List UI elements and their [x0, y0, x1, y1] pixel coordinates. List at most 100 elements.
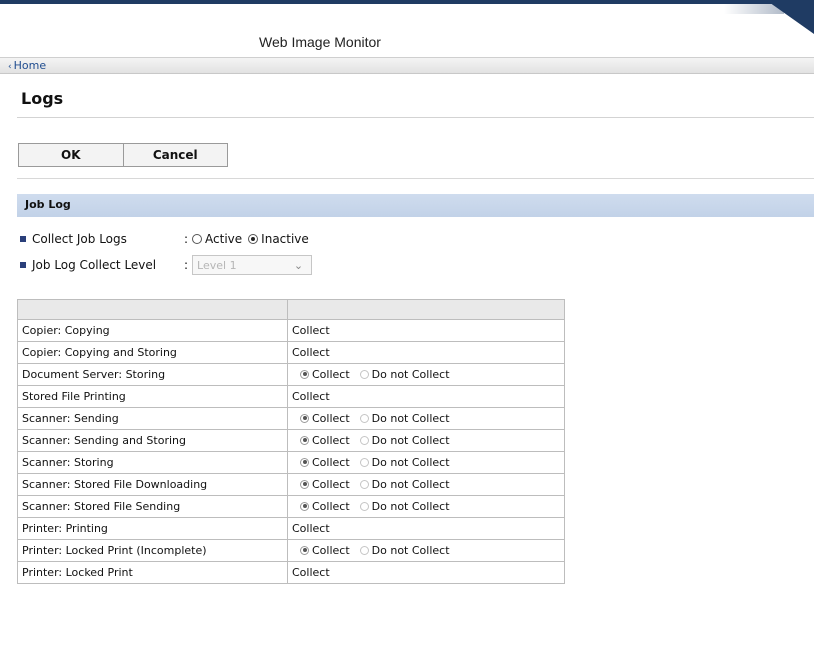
column-header	[287, 299, 565, 320]
collect-setting-cell: Collect Do not Collect	[287, 539, 565, 562]
collect-radio-group: Collect Do not Collect	[292, 412, 450, 425]
job-type-cell: Printer: Locked Print (Incomplete)	[17, 539, 288, 562]
collect-radio-label[interactable]: Collect	[312, 456, 350, 469]
do-not-collect-radio-label[interactable]: Do not Collect	[372, 500, 450, 513]
do-not-collect-radio-label[interactable]: Do not Collect	[372, 478, 450, 491]
collect-setting-cell: Collect	[287, 517, 565, 540]
app-title: Web Image Monitor	[259, 34, 381, 50]
job-type-cell: Printer: Printing	[17, 517, 288, 540]
chevron-left-icon: ‹	[8, 62, 12, 72]
do-not-collect-radio[interactable]	[359, 479, 369, 489]
collect-radio[interactable]	[300, 545, 309, 555]
collect-level-select[interactable]: Level 1 ⌄	[192, 255, 313, 275]
colon-separator: :	[184, 258, 189, 272]
collect-value: Collect	[292, 390, 330, 403]
do-not-collect-radio[interactable]	[359, 369, 369, 379]
table-row: Stored File Printing Collect	[17, 385, 565, 408]
collect-value: Collect	[292, 324, 330, 337]
collect-setting-cell: Collect Do not Collect	[287, 495, 565, 518]
table-row: Scanner: Sending and Storing Collect Do no…	[17, 429, 565, 452]
do-not-collect-radio[interactable]	[359, 457, 369, 467]
table-row: Printer: Locked Print (Incomplete) Collec…	[17, 539, 565, 562]
collect-setting-cell: Collect	[287, 341, 565, 364]
ok-button[interactable]: OK	[19, 144, 123, 166]
web-image-monitor-page: Web Image Monitor ‹ Home Logs OK Cancel J…	[0, 0, 814, 645]
collect-setting-cell: Collect	[287, 385, 565, 408]
job-type-cell: Copier: Copying and Storing	[17, 341, 288, 364]
do-not-collect-radio[interactable]	[359, 545, 369, 555]
collect-radio-group: Collect Do not Collect	[292, 368, 450, 381]
section-title: Job Log	[25, 198, 71, 211]
collect-setting-cell: Collect Do not Collect	[287, 451, 565, 474]
do-not-collect-radio-label[interactable]: Do not Collect	[372, 544, 450, 557]
collect-radio-group: Collect Do not Collect	[292, 456, 450, 469]
do-not-collect-radio[interactable]	[359, 413, 369, 423]
setting-collect-job-logs: Collect Job Logs : Active Inactive	[20, 232, 315, 246]
do-not-collect-radio-label[interactable]: Do not Collect	[372, 368, 450, 381]
do-not-collect-radio-label[interactable]: Do not Collect	[372, 412, 450, 425]
collect-radio[interactable]	[300, 457, 309, 467]
active-radio-label[interactable]: Active	[205, 232, 242, 246]
page-title: Logs	[21, 89, 64, 108]
job-type-cell: Scanner: Sending	[17, 407, 288, 430]
job-type-cell: Scanner: Stored File Downloading	[17, 473, 288, 496]
table-row: Scanner: Stored File Sending Collect Do no…	[17, 495, 565, 518]
divider	[17, 178, 814, 179]
job-type-cell: Printer: Locked Print	[17, 561, 288, 584]
do-not-collect-radio[interactable]	[359, 501, 369, 511]
table-row: Copier: Copying Collect	[17, 319, 565, 342]
home-link[interactable]: ‹ Home	[8, 59, 46, 72]
collect-setting-cell: Collect Do not Collect	[287, 407, 565, 430]
do-not-collect-radio[interactable]	[359, 435, 369, 445]
setting-label: Collect Job Logs	[32, 232, 127, 246]
job-type-cell: Copier: Copying	[17, 319, 288, 342]
collect-value: Collect	[292, 346, 330, 359]
job-type-cell: Document Server: Storing	[17, 363, 288, 386]
inactive-radio-label[interactable]: Inactive	[261, 232, 309, 246]
setting-label: Job Log Collect Level	[32, 258, 157, 272]
table-row: Scanner: Sending Collect Do not Collect	[17, 407, 565, 430]
collect-radio-label[interactable]: Collect	[312, 544, 350, 557]
breadcrumb: ‹ Home	[0, 58, 814, 74]
collect-radio[interactable]	[300, 501, 309, 511]
do-not-collect-radio-label[interactable]: Do not Collect	[372, 434, 450, 447]
cancel-button[interactable]: Cancel	[122, 144, 228, 166]
active-radio[interactable]	[192, 234, 203, 244]
collect-radio-group: Collect Do not Collect	[292, 478, 450, 491]
collect-setting-cell: Collect Do not Collect	[287, 363, 565, 386]
action-buttons: OK Cancel	[18, 143, 228, 167]
chevron-down-icon: ⌄	[293, 258, 304, 272]
bullet-icon	[20, 262, 26, 268]
table-row: Printer: Printing Collect	[17, 517, 565, 540]
colon-separator: :	[184, 232, 189, 246]
collect-radio[interactable]	[300, 413, 309, 423]
header: Web Image Monitor	[0, 4, 814, 58]
collect-radio-label[interactable]: Collect	[312, 478, 350, 491]
collect-radio-group: Collect Do not Collect	[292, 544, 450, 557]
table-row: Printer: Locked Print Collect	[17, 561, 565, 584]
do-not-collect-radio-label[interactable]: Do not Collect	[372, 456, 450, 469]
job-type-cell: Stored File Printing	[17, 385, 288, 408]
collect-radio-label[interactable]: Collect	[312, 500, 350, 513]
table-row: Copier: Copying and Storing Collect	[17, 341, 565, 364]
divider	[17, 117, 814, 118]
table-body: Copier: Copying Collect Copier: Copying an…	[17, 319, 565, 584]
collect-radio[interactable]	[300, 369, 309, 379]
collect-radio-label[interactable]: Collect	[312, 368, 350, 381]
collect-radio[interactable]	[300, 479, 309, 489]
job-type-cell: Scanner: Storing	[17, 451, 288, 474]
job-log-table: Copier: Copying Collect Copier: Copying an…	[17, 299, 565, 584]
collect-setting-cell: Collect Do not Collect	[287, 473, 565, 496]
collect-radio-label[interactable]: Collect	[312, 434, 350, 447]
table-header-row	[17, 299, 565, 320]
collect-setting-cell: Collect	[287, 319, 565, 342]
bullet-icon	[20, 236, 26, 242]
inactive-radio[interactable]	[248, 234, 259, 244]
collect-radio-label[interactable]: Collect	[312, 412, 350, 425]
collect-radio[interactable]	[300, 435, 309, 445]
table-row: Scanner: Stored File Downloading Collect D…	[17, 473, 565, 496]
collect-setting-cell: Collect Do not Collect	[287, 429, 565, 452]
job-type-cell: Scanner: Sending and Storing	[17, 429, 288, 452]
table-row: Document Server: Storing Collect Do not Co…	[17, 363, 565, 386]
home-link-label: Home	[13, 59, 47, 72]
